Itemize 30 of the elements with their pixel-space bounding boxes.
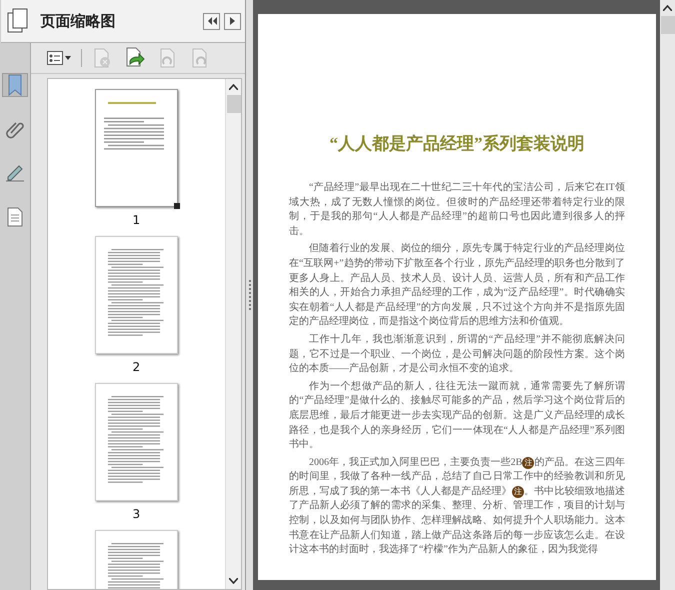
page-thumbnail[interactable] bbox=[94, 383, 178, 501]
options-icon bbox=[46, 51, 63, 65]
paragraph: 工作十几年，我也渐渐意识到，所谓的“产品经理”并不能彻底解决问题，它不过是一个职业、一个岗位，是公司解决问题的阶段性方案。这个岗位的本质——产品创新，才是公司永恒不变的追求。 bbox=[289, 332, 625, 376]
paragraph: “产品经理”最早出现在二十世纪二三十年代的宝洁公司，后来它在IT领域大热，成了无数人憧憬的岗位。但彼时的产品经理还带着特定行业的限制，于是我的那句“人人都是产品经理”的超前口号也因此遭到很多人的抨击。 bbox=[289, 181, 625, 239]
delete-page-icon bbox=[92, 48, 112, 68]
resize-handle[interactable] bbox=[174, 203, 180, 209]
document-icon bbox=[6, 207, 23, 227]
document-title: “人人都是产品经理”系列套装说明 bbox=[330, 133, 584, 155]
scrollbar-thumb[interactable] bbox=[660, 16, 674, 34]
bookmark-icon bbox=[6, 74, 23, 96]
sidebar-tab[interactable] bbox=[2, 73, 28, 97]
pages-icon bbox=[6, 8, 29, 34]
grip-icon bbox=[248, 280, 251, 310]
double-left-icon bbox=[206, 17, 217, 25]
pen-icon bbox=[4, 164, 25, 182]
expand-button[interactable] bbox=[224, 12, 242, 30]
caret-icon bbox=[64, 56, 71, 60]
page-number: 1 bbox=[132, 213, 140, 227]
insert-page-icon bbox=[124, 47, 146, 69]
right-arrow-icon bbox=[230, 17, 236, 25]
page-number: 2 bbox=[132, 360, 140, 374]
scrollbar-thumb[interactable] bbox=[226, 95, 241, 113]
page-number: 3 bbox=[132, 507, 140, 521]
paragraph: 2006年，我正式加入阿里巴巴，主要负责一些2B 注 的产品。在这三四年的时间里，我做了各种一线产品，总结了自己日常工作中的经验教训和所见所思，写成了我的第一本书《人人都是产品经理》 注 。书中比较细致地描述了产品新人必须了解的需求的采集、整理、分析、管理工作，项目的计划与控制，以及如何与团队协作、怎样理解战略、如何提升个人职场能力。这本书意在让产品新人们知道，踏上做产品这条路后的每一步应该怎么走。在设计这本书的封面时，我选择了“柠檬”作为产品新人的象征，因为我觉得 bbox=[289, 456, 625, 558]
paragraph: 但随着行业的发展、岗位的细分，原先专属于特定行业的产品经理岗位在“互联网+”趋势的带动下扩散至各个行业，原先产品经理的职务也分散到了更多人身上。产品人员、技术人员、设计人员、运营人员，所有和产品工作相关的人，开始合力承担产品经理的工作，成为“泛产品经理”。时代确确实实在朝着“人人都是产品经理”的方向发展，只不过这个方向并不是指原先固定的产品经理岗位，而是指这个岗位背后的思维方法和价值观。 bbox=[289, 242, 625, 330]
page-thumbnail[interactable] bbox=[94, 236, 178, 354]
panel-title: 页面缩略图 bbox=[40, 12, 117, 30]
page-thumbnail[interactable] bbox=[94, 89, 178, 207]
paragraph: 作为一个想做产品的新人，往往无法一蹴而就，通常需要先了解所谓的“产品经理”是做什么的、接触尽可能多的产品，然后学习这个岗位背后的底层思维，最后才能更进一步去实现产品的创新。这是广义产品经理的成长路径，也是我个人的亲身经历，它们一一体现在“人人都是产品经理”系列图书中。 bbox=[289, 380, 625, 452]
collapse-button[interactable] bbox=[203, 12, 220, 30]
